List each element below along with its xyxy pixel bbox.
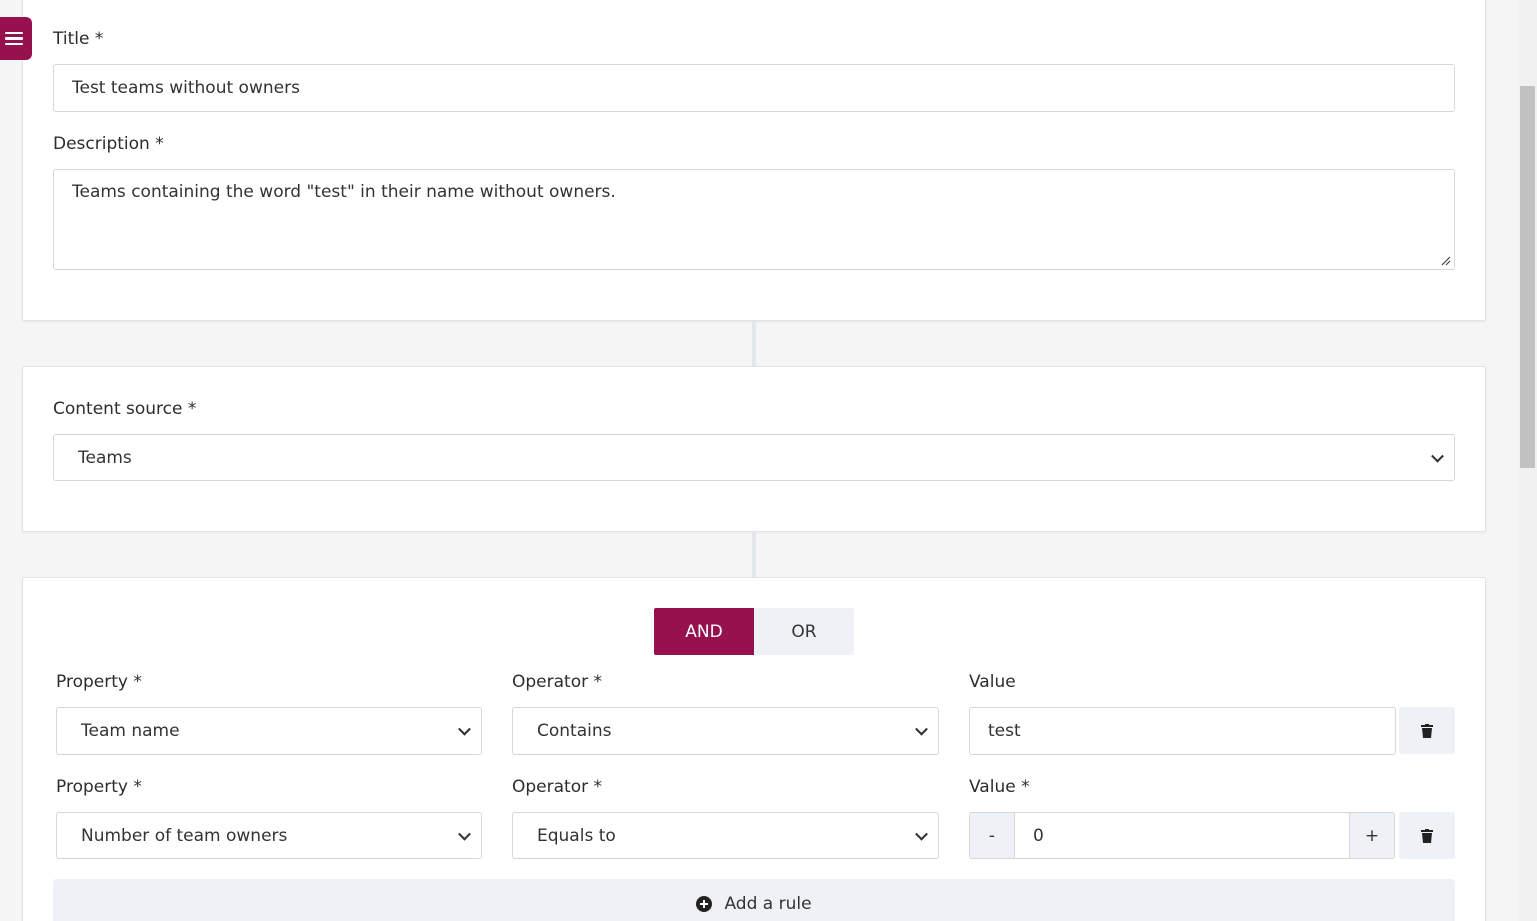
- delete-rule-button[interactable]: [1399, 707, 1455, 754]
- title-input[interactable]: Test teams without owners: [53, 64, 1455, 112]
- value-input[interactable]: test: [969, 707, 1396, 755]
- page: Title * Test teams without owners Descri…: [0, 0, 1518, 921]
- operator-selected: Equals to: [537, 825, 616, 846]
- content-source-selected: Teams: [78, 447, 132, 468]
- plus-circle-icon: [696, 896, 713, 912]
- or-button[interactable]: OR: [754, 608, 854, 655]
- description-textarea-value: Teams containing the word "test" in thei…: [72, 182, 616, 202]
- content-source-select[interactable]: Teams: [53, 434, 1455, 481]
- hamburger-icon: [5, 31, 23, 46]
- title-label: Title *: [53, 29, 104, 49]
- operator-selected: Contains: [537, 721, 612, 741]
- property-select[interactable]: Team name: [56, 707, 482, 755]
- trash-icon: [1421, 828, 1433, 843]
- value-label: Value *: [969, 777, 1030, 797]
- property-select[interactable]: Number of team owners: [56, 812, 482, 859]
- chevron-down-icon: [915, 722, 928, 736]
- operator-select[interactable]: Contains: [512, 707, 939, 755]
- and-button[interactable]: AND: [654, 608, 754, 655]
- property-selected: Team name: [81, 721, 180, 741]
- description-textarea[interactable]: Teams containing the word "test" in thei…: [53, 169, 1455, 270]
- value-input-text: test: [988, 721, 1021, 741]
- menu-toggle-button[interactable]: [0, 17, 32, 60]
- description-label: Description *: [53, 134, 164, 154]
- card-connector: [752, 532, 756, 577]
- operator-select[interactable]: Equals to: [512, 812, 939, 859]
- property-selected: Number of team owners: [81, 825, 288, 846]
- logic-toggle: AND OR: [654, 608, 854, 655]
- chevron-down-icon: [458, 722, 471, 736]
- value-label: Value: [969, 672, 1016, 692]
- trash-icon: [1421, 723, 1433, 738]
- property-label: Property *: [56, 777, 142, 797]
- add-rule-label: Add a rule: [724, 894, 812, 914]
- delete-rule-button[interactable]: [1399, 812, 1455, 859]
- card-connector: [752, 321, 756, 366]
- scrollbar-thumb[interactable]: [1520, 86, 1535, 468]
- details-card: [22, 0, 1486, 321]
- number-input[interactable]: 0: [1014, 812, 1350, 859]
- vertical-scrollbar[interactable]: [1518, 0, 1537, 921]
- title-input-value: Test teams without owners: [72, 78, 300, 98]
- number-input-value: 0: [1033, 825, 1044, 846]
- chevron-down-icon: [1431, 449, 1444, 463]
- operator-label: Operator *: [512, 672, 602, 692]
- resize-handle-icon[interactable]: [1441, 256, 1451, 266]
- operator-label: Operator *: [512, 777, 602, 797]
- add-rule-button[interactable]: Add a rule: [53, 879, 1455, 921]
- property-label: Property *: [56, 672, 142, 692]
- content-source-label: Content source *: [53, 399, 197, 419]
- chevron-down-icon: [458, 827, 471, 841]
- increment-button[interactable]: +: [1349, 812, 1395, 859]
- chevron-down-icon: [915, 827, 928, 841]
- decrement-button[interactable]: -: [969, 812, 1015, 859]
